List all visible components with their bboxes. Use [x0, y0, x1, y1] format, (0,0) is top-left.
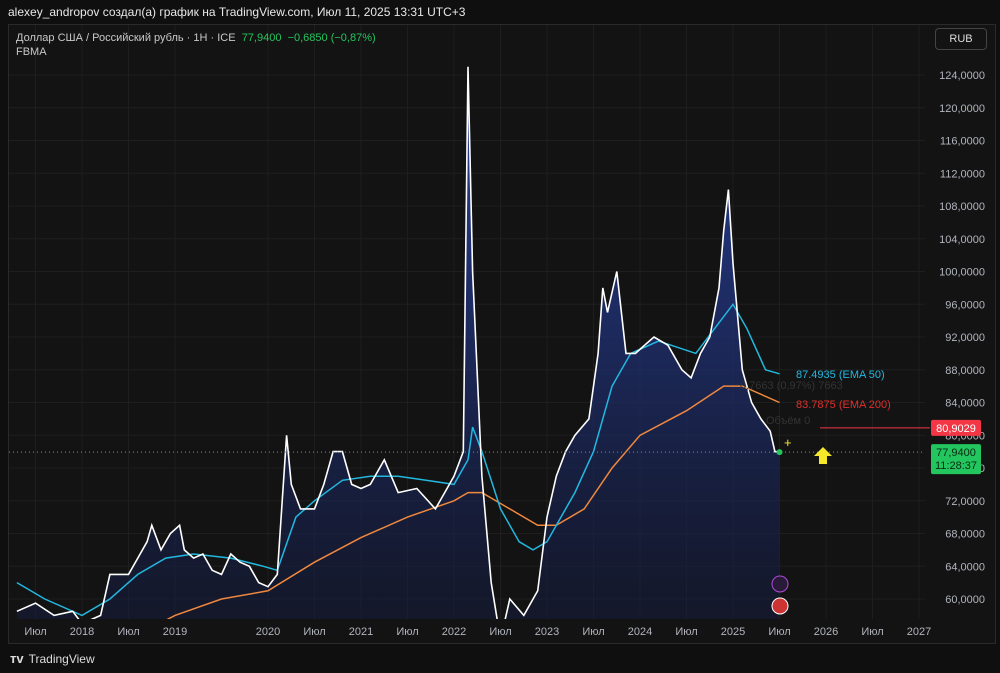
- currency-button[interactable]: RUB: [935, 28, 987, 50]
- crosshair-plus-icon: +: [784, 435, 792, 450]
- countdown-timer: 11:28:37: [935, 460, 977, 472]
- y-tick-label: 92,0000: [945, 332, 985, 344]
- x-tick-label: 2020: [256, 626, 280, 638]
- x-tick-label: 2023: [535, 626, 559, 638]
- y-tick-label: 104,0000: [939, 234, 985, 246]
- x-tick-label: 2024: [628, 626, 652, 638]
- y-tick-label: 64,0000: [945, 561, 985, 573]
- y-tick-label: 116,0000: [940, 136, 985, 148]
- x-tick-label: Июл: [117, 626, 139, 638]
- x-tick-label: Июл: [24, 626, 46, 638]
- x-tick-label: 2025: [721, 626, 745, 638]
- y-tick-label: 124,0000: [939, 70, 985, 82]
- y-tick-label: 100,0000: [939, 267, 985, 279]
- price-change: −0,6850 (−0,87%): [287, 32, 376, 44]
- y-tick-label: 96,0000: [945, 299, 985, 311]
- y-tick-label: 88,0000: [945, 365, 985, 377]
- arrow-up-icon: [814, 447, 832, 464]
- symbol-title: Доллар США / Российский рубль · 1H · ICE: [16, 32, 236, 44]
- brand-label: TradingView: [28, 651, 95, 666]
- x-tick-label: 2021: [349, 626, 373, 638]
- tv-logo-icon: ᴛᴠ: [10, 651, 24, 666]
- chart-legend: Доллар США / Российский рубль · 1H · ICE…: [16, 31, 376, 59]
- events-icon: [771, 575, 789, 593]
- ema200-value: 83.7875 (EMA 200): [796, 399, 891, 411]
- x-tick-label: 2022: [442, 626, 466, 638]
- y-tick-label: 120,0000: [939, 103, 985, 115]
- price-chart[interactable]: 60,000064,000068,000072,000076,000080,00…: [0, 0, 1000, 673]
- last-price-dot: [776, 449, 783, 456]
- y-tick-label: 108,0000: [939, 201, 985, 213]
- indicator-label[interactable]: FBMA: [16, 45, 376, 59]
- x-tick-label: Июл: [303, 626, 325, 638]
- x-tick-label: Июл: [675, 626, 697, 638]
- price-label-text: 77,9400: [936, 447, 976, 459]
- price-area-fill: [16, 66, 780, 619]
- us-flag-icon: [771, 597, 789, 615]
- x-tick-label: 2027: [907, 626, 931, 638]
- y-tick-label: 68,0000: [945, 529, 985, 541]
- last-price: 77,9400: [241, 32, 282, 44]
- x-tick-label: Июл: [861, 626, 883, 638]
- faint-volume: Объём 0: [766, 415, 810, 427]
- x-tick-label: Июл: [768, 626, 790, 638]
- x-tick-label: Июл: [396, 626, 418, 638]
- x-tick-label: Июл: [489, 626, 511, 638]
- tradingview-logo[interactable]: ᴛᴠ TradingView: [10, 651, 95, 666]
- price-label-text: 80,9029: [936, 423, 976, 435]
- x-tick-label: 2018: [70, 626, 94, 638]
- x-tick-label: 2026: [814, 626, 838, 638]
- x-tick-label: 2019: [163, 626, 187, 638]
- y-tick-label: 60,0000: [945, 594, 985, 606]
- y-tick-label: 112,0000: [940, 168, 985, 180]
- faint-legend: 0,7663 (0,97%) 7663: [740, 380, 843, 392]
- x-tick-label: Июл: [582, 626, 604, 638]
- y-tick-label: 72,0000: [945, 496, 985, 508]
- plot-area: [9, 25, 925, 619]
- y-tick-label: 84,0000: [945, 398, 985, 410]
